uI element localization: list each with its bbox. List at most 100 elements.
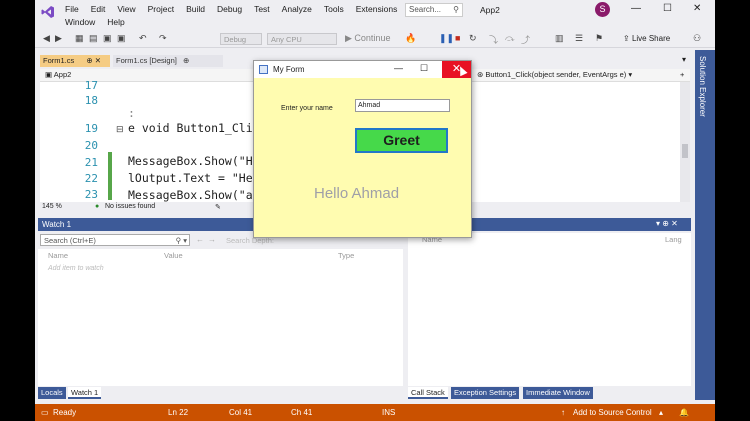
name-input[interactable]: Ahmad: [355, 99, 450, 112]
status-ch[interactable]: Ch 41: [291, 408, 312, 417]
pin-icon[interactable]: ⊕: [86, 56, 92, 65]
add-to-source-control[interactable]: Add to Source Control: [573, 408, 652, 417]
solution-name: App2: [480, 5, 500, 15]
status-line[interactable]: Ln 22: [168, 408, 188, 417]
undo-icon[interactable]: ↶: [139, 33, 147, 44]
save-all-icon[interactable]: ▣: [117, 33, 126, 44]
code-line: :: [128, 106, 135, 120]
watch-search-input[interactable]: Search (Ctrl+E) ⚲ ▾: [40, 234, 190, 246]
col-name[interactable]: Name: [48, 251, 68, 260]
col-type[interactable]: Type: [338, 251, 354, 260]
menu-edit[interactable]: Edit: [85, 3, 112, 15]
continue-button[interactable]: ▶ Continue: [345, 33, 390, 44]
form-minimize-icon[interactable]: —: [394, 63, 403, 73]
menu-analyze[interactable]: Analyze: [276, 3, 318, 15]
greet-button[interactable]: Greet: [355, 128, 448, 153]
tab-watch1[interactable]: Watch 1: [68, 387, 102, 399]
minimize-icon[interactable]: —: [631, 3, 641, 14]
watch-grid[interactable]: Name Value Type Add item to watch: [38, 249, 403, 386]
my-form-window: My Form — ☐ ✕ Enter your name Ahmad Gree…: [253, 60, 472, 238]
brush-icon[interactable]: ✎: [215, 203, 221, 211]
step-into-icon[interactable]: ⤵: [489, 33, 498, 46]
live-share-button[interactable]: ⇪ Live Share: [623, 34, 670, 43]
change-indicator: [108, 152, 112, 200]
comment-icon[interactable]: ☰: [575, 33, 583, 44]
open-icon[interactable]: ▤: [89, 33, 98, 44]
toolbar-extra-icon[interactable]: ▥: [555, 33, 564, 44]
tab-form1-cs[interactable]: Form1.cs ⊕ ✕: [40, 55, 110, 67]
status-ins[interactable]: INS: [382, 408, 395, 417]
menu-bar: File Edit View Project Build Debug Test …: [59, 3, 403, 15]
check-icon: ●: [95, 203, 100, 210]
add-watch-item[interactable]: Add item to watch: [48, 265, 104, 272]
step-over-icon[interactable]: ⤼: [505, 33, 515, 44]
tab-overflow-icon[interactable]: ▾: [682, 55, 686, 64]
line-number: 18: [84, 94, 98, 107]
issues-status[interactable]: No issues found: [105, 203, 155, 210]
watch-tabs: Locals Watch 1: [38, 386, 403, 399]
solution-explorer-label: Solution Explorer: [698, 56, 707, 117]
method-combo-label: Button1_Click(object sender, EventArgs e…: [485, 70, 627, 79]
live-share-label: Live Share: [631, 34, 671, 43]
back-icon[interactable]: ←: [196, 235, 204, 244]
tab-close-icon[interactable]: ✕: [95, 56, 101, 65]
new-project-icon[interactable]: ▦: [75, 33, 84, 44]
col-lang[interactable]: Lang: [665, 235, 682, 244]
menu-tools[interactable]: Tools: [318, 3, 350, 15]
menu-extensions[interactable]: Extensions: [350, 3, 404, 15]
menu-test[interactable]: Test: [248, 3, 276, 15]
menu-help[interactable]: Help: [101, 16, 130, 28]
split-icon[interactable]: +: [680, 70, 684, 79]
code-line: MessageBox.Show("H: [128, 154, 253, 168]
platform-select[interactable]: Any CPU: [267, 33, 337, 45]
forward-icon[interactable]: →: [208, 235, 216, 244]
solution-explorer-tab[interactable]: Solution Explorer: [695, 50, 715, 400]
editor-scrollbar[interactable]: [680, 82, 690, 202]
tab-exception-settings[interactable]: Exception Settings: [451, 387, 520, 399]
project-combo[interactable]: ▣ App2: [45, 70, 71, 79]
form-title-bar: My Form — ☐ ✕: [254, 61, 471, 78]
tab-locals[interactable]: Locals: [38, 387, 66, 399]
redo-icon[interactable]: ↷: [159, 33, 167, 44]
tab-call-stack[interactable]: Call Stack: [408, 387, 448, 399]
tab-form1-design[interactable]: Form1.cs [Design] ⊕: [113, 55, 223, 67]
menu-window[interactable]: Window: [59, 16, 101, 28]
menu-debug[interactable]: Debug: [211, 3, 248, 15]
method-combo[interactable]: ⊛ Button1_Click(object sender, EventArgs…: [477, 70, 632, 79]
forward-icon[interactable]: ▶: [55, 33, 62, 44]
scrollbar-thumb[interactable]: [682, 144, 688, 158]
avatar[interactable]: S: [595, 2, 610, 17]
status-col[interactable]: Col 41: [229, 408, 252, 417]
callstack-grid[interactable]: Name Lang: [408, 233, 691, 386]
configuration-select[interactable]: Debug: [220, 33, 262, 45]
tab-immediate-window[interactable]: Immediate Window: [523, 387, 593, 399]
stop-icon[interactable]: ■: [455, 33, 460, 43]
notification-icon[interactable]: 🔔: [679, 408, 689, 417]
restart-icon[interactable]: ↻: [469, 33, 477, 44]
form-maximize-icon[interactable]: ☐: [420, 63, 428, 74]
pin-icon[interactable]: ⊕: [183, 56, 189, 65]
search-box[interactable]: Search... ⚲: [405, 3, 463, 17]
search-icon: ⚲: [453, 5, 459, 14]
collapse-icon[interactable]: ⊟: [116, 124, 124, 135]
project-combo-label: App2: [53, 70, 72, 79]
panel-menu-icon[interactable]: ▾ ⊕ ✕: [656, 219, 678, 228]
pause-icon[interactable]: ❚❚: [439, 33, 454, 44]
menu-bar-row2: Window Help: [59, 16, 131, 28]
menu-project[interactable]: Project: [142, 3, 180, 15]
bookmark-icon[interactable]: ⚑: [595, 33, 603, 44]
back-icon[interactable]: ◀: [43, 33, 50, 44]
feedback-icon[interactable]: ⚇: [693, 33, 701, 44]
maximize-icon[interactable]: ☐: [663, 3, 672, 14]
step-out-icon[interactable]: ⤴: [521, 33, 530, 46]
zoom-level[interactable]: 145 %: [42, 203, 62, 210]
col-value[interactable]: Value: [164, 251, 183, 260]
close-icon[interactable]: ✕: [693, 3, 701, 14]
menu-build[interactable]: Build: [180, 3, 211, 15]
watch-search-placeholder: Search (Ctrl+E): [44, 236, 96, 245]
save-icon[interactable]: ▣: [103, 33, 112, 44]
search-icon: ⚲ ▾: [175, 236, 187, 245]
menu-view[interactable]: View: [111, 3, 141, 15]
hot-reload-icon[interactable]: 🔥: [405, 33, 416, 44]
menu-file[interactable]: File: [59, 3, 85, 15]
